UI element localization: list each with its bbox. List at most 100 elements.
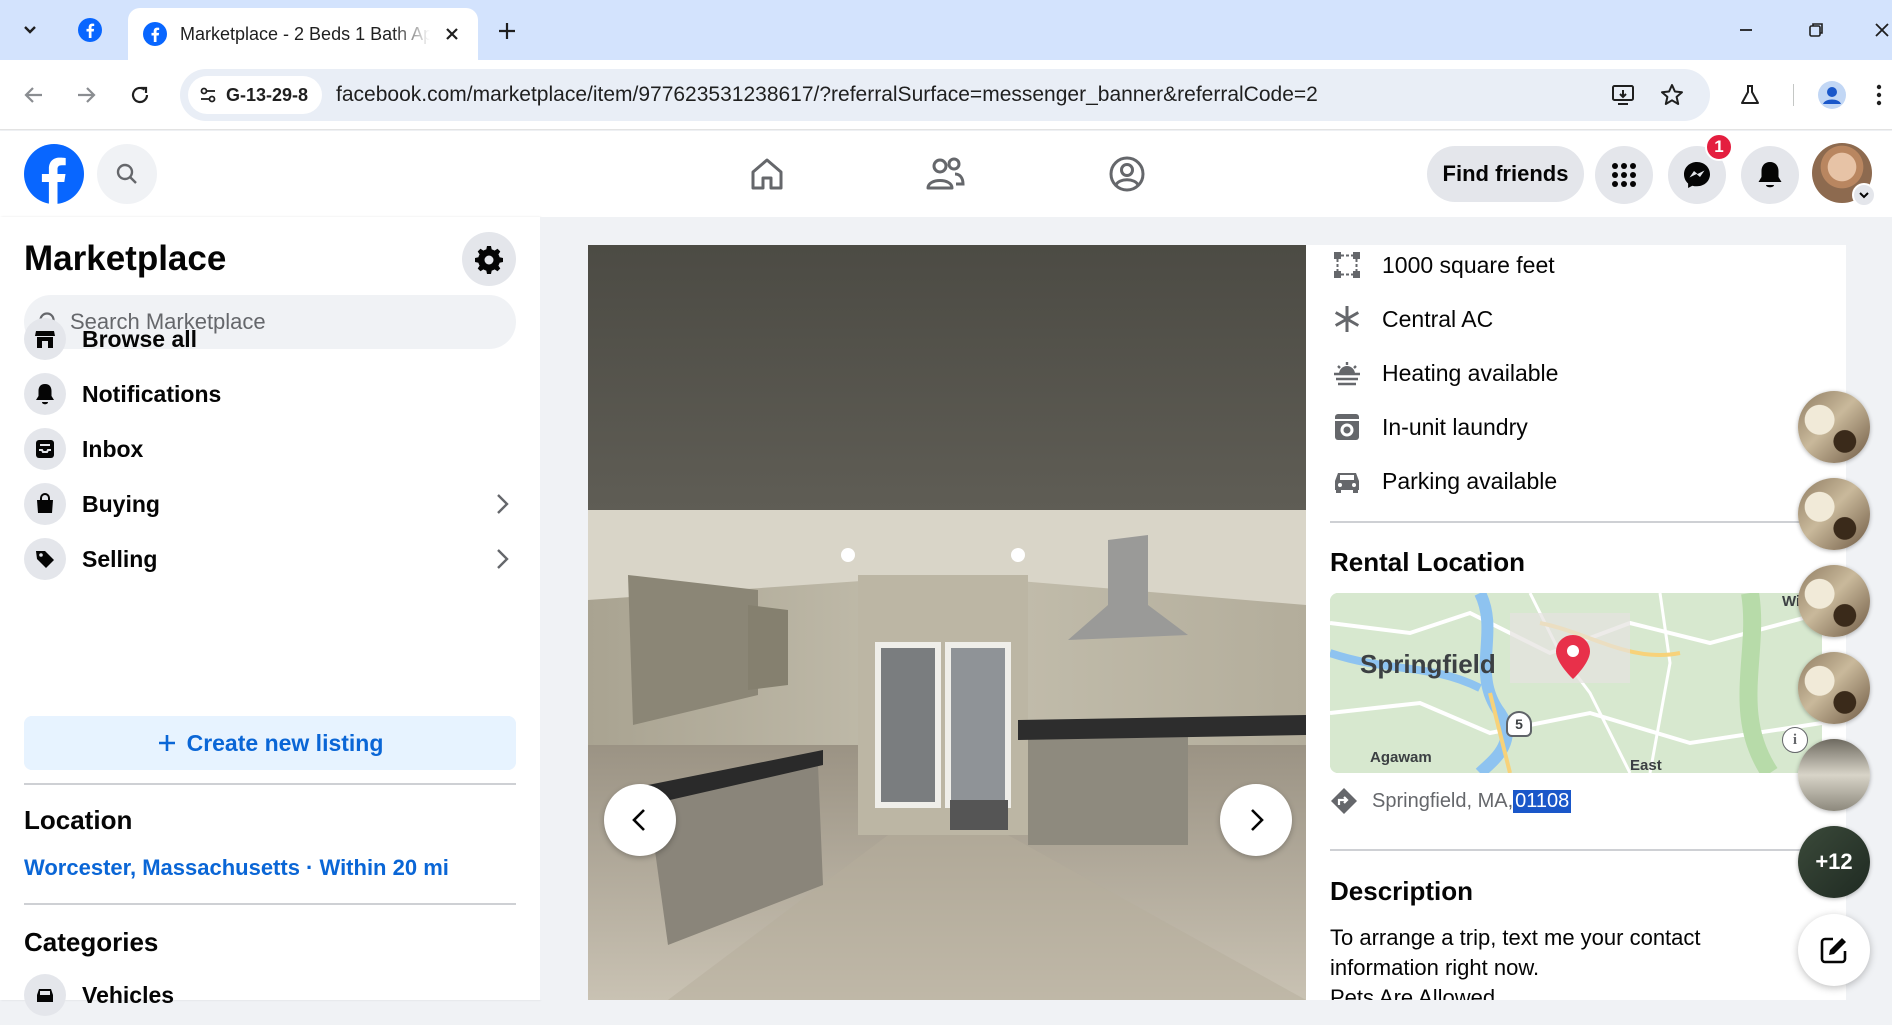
description-line: To arrange a trip, text me your contact …	[1330, 925, 1701, 980]
profile-circle-icon	[1109, 156, 1145, 192]
pinned-facebook-tab[interactable]	[68, 12, 112, 48]
minimize-icon	[1740, 29, 1752, 31]
marketplace-sidebar: Marketplace Browse all Notifications Inb…	[0, 217, 540, 1016]
sidebar-item-buying[interactable]: Buying	[16, 474, 524, 534]
details-divider	[1330, 521, 1822, 523]
chevron-right-icon	[497, 494, 509, 514]
shopping-bag-icon	[24, 483, 66, 525]
site-settings-icon	[200, 87, 216, 103]
close-window-button[interactable]	[1862, 12, 1892, 48]
feature-row: In-unit laundry	[1330, 407, 1528, 447]
back-button[interactable]	[14, 75, 54, 115]
previous-photo-button[interactable]	[604, 784, 676, 856]
site-chip-label: G-13-29-8	[226, 84, 309, 105]
sidebar-item-label: Selling	[82, 545, 158, 572]
rental-location-heading: Rental Location	[1330, 547, 1526, 577]
notifications-button[interactable]	[1741, 146, 1799, 204]
sidebar-item-label: Buying	[82, 490, 160, 517]
menu-button[interactable]	[1595, 146, 1653, 204]
facebook-logo-icon	[24, 144, 84, 204]
browser-toolbar: G-13-29-8 facebook.com/marketplace/item/…	[0, 60, 1892, 130]
chat-head[interactable]	[1798, 478, 1870, 550]
sidebar-item-inbox[interactable]: Inbox	[16, 419, 524, 479]
labs-button[interactable]	[1730, 75, 1770, 115]
sidebar-title: Marketplace	[24, 239, 227, 278]
flask-icon	[1741, 85, 1759, 104]
chat-head[interactable]	[1798, 565, 1870, 637]
chat-head[interactable]	[1798, 652, 1870, 724]
nav-home[interactable]	[737, 149, 797, 199]
price-tag-icon	[24, 538, 66, 580]
toolbar-divider	[1793, 84, 1794, 106]
description-text: To arrange a trip, text me your contact …	[1330, 923, 1800, 1000]
bookmark-button[interactable]	[1657, 80, 1687, 110]
install-app-icon	[1612, 85, 1634, 105]
directions-icon	[1331, 788, 1357, 814]
square-footage-icon	[1330, 248, 1364, 282]
feature-row: Central AC	[1330, 299, 1493, 339]
site-info-chip[interactable]: G-13-29-8	[188, 76, 323, 114]
install-app-button[interactable]	[1608, 80, 1638, 110]
nav-friends[interactable]	[915, 149, 975, 199]
location-row: Springfield, MA, 01108	[1330, 787, 1572, 815]
profile-avatar-icon	[1818, 81, 1846, 109]
gear-icon	[475, 246, 503, 274]
find-friends-button[interactable]: Find friends	[1427, 146, 1584, 202]
kebab-menu-icon	[1876, 84, 1882, 106]
restore-window-button[interactable]	[1796, 12, 1836, 48]
sidebar-item-notifications[interactable]: Notifications	[16, 364, 524, 424]
feature-label: In-unit laundry	[1382, 413, 1528, 440]
more-chats-count: +12	[1815, 849, 1853, 874]
bell-icon	[1758, 162, 1782, 188]
category-item-vehicles[interactable]: Vehicles	[16, 965, 524, 1025]
sidebar-item-label: Inbox	[82, 435, 144, 462]
map-info-button[interactable]: i	[1782, 727, 1808, 753]
next-photo-button[interactable]	[1220, 784, 1292, 856]
plus-icon	[499, 23, 515, 39]
messenger-icon	[1684, 162, 1710, 188]
nav-profile[interactable]	[1097, 149, 1157, 199]
new-tab-button[interactable]	[490, 14, 524, 48]
profile-button[interactable]	[1812, 75, 1852, 115]
more-chats-button[interactable]: +12	[1798, 826, 1870, 898]
account-menu-caret[interactable]	[1852, 183, 1876, 207]
facebook-search-button[interactable]	[97, 144, 157, 204]
washing-machine-icon	[1330, 410, 1364, 444]
create-new-listing-button[interactable]: Create new listing	[24, 716, 516, 770]
feature-label: Central AC	[1382, 305, 1494, 332]
messenger-unread-badge: 1	[1705, 133, 1733, 161]
tab-search-button[interactable]	[10, 12, 50, 48]
sidebar-item-browse-all[interactable]: Browse all	[16, 309, 524, 369]
categories-heading: Categories	[24, 927, 159, 957]
facebook-logo[interactable]	[24, 144, 84, 204]
map-tiles	[1330, 593, 1822, 773]
address-bar[interactable]: G-13-29-8 facebook.com/marketplace/item/…	[180, 69, 1710, 121]
marketplace-settings-button[interactable]	[462, 232, 516, 286]
map-town-label: Agawam	[1370, 749, 1432, 766]
reload-icon	[131, 86, 149, 104]
friends-icon	[926, 157, 965, 190]
minimize-window-button[interactable]	[1726, 12, 1766, 48]
reload-button[interactable]	[120, 75, 160, 115]
sidebar-item-label: Browse all	[82, 325, 198, 352]
browser-menu-button[interactable]	[1866, 75, 1892, 115]
create-listing-label: Create new listing	[186, 729, 384, 756]
chat-head[interactable]	[1798, 391, 1870, 463]
listing-details-panel: 1000 square feet Central AC Heating avai…	[1306, 245, 1846, 1000]
zip-code-selection[interactable]: 01108	[1513, 789, 1572, 813]
bell-icon	[24, 373, 66, 415]
map-pin-icon	[1556, 635, 1590, 679]
active-tab[interactable]: Marketplace - 2 Beds 1 Bath Apartment	[128, 8, 478, 60]
chat-head[interactable]	[1798, 739, 1870, 811]
location-filter-link[interactable]: Worcester, Massachusetts · Within 20 mi	[24, 855, 449, 881]
car-icon	[24, 974, 66, 1016]
grid-menu-icon	[1612, 163, 1636, 187]
tab-close-button[interactable]	[440, 22, 464, 46]
new-message-button[interactable]	[1798, 914, 1870, 986]
sidebar-item-selling[interactable]: Selling	[16, 529, 524, 589]
home-icon	[751, 158, 783, 190]
forward-button[interactable]	[66, 75, 106, 115]
rental-location-map[interactable]: Springfield Agawam East Wilbr 5 i	[1330, 593, 1822, 773]
listing-photo[interactable]	[588, 245, 1306, 1000]
location-text: Springfield, MA,	[1372, 789, 1514, 812]
